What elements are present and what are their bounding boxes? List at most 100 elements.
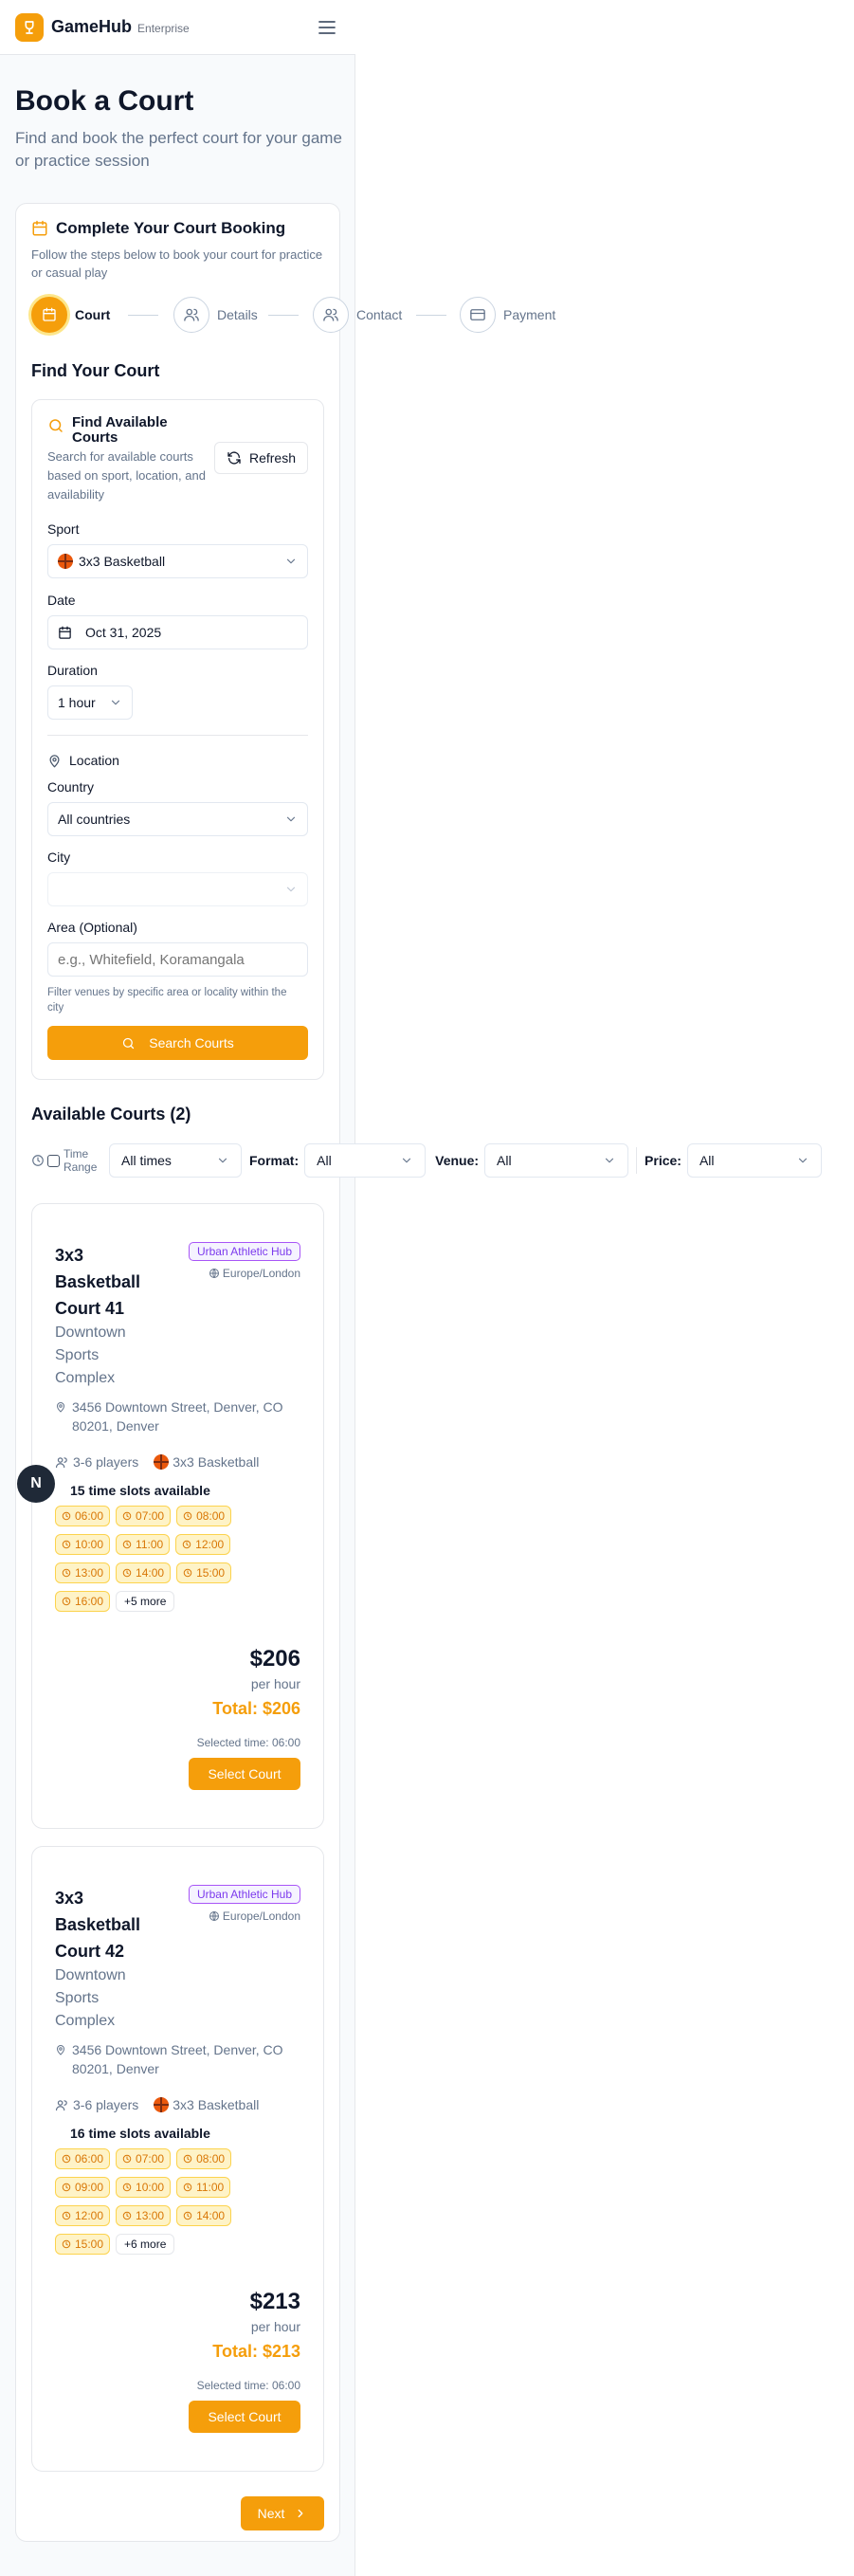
location-label: Location [69,753,119,768]
court-card[interactable]: 3x3 Basketball Court 42 Downtown Sports … [31,1846,324,2472]
users-icon [55,1455,69,1470]
venue-value: All [497,1153,512,1168]
city-select[interactable] [47,872,308,906]
credit-card-icon [460,297,496,333]
court-price: $213 [249,2289,300,2314]
time-slot-label: 09:00 [75,2181,104,2194]
time-slot[interactable]: 14:00 [176,2205,232,2226]
country-value: All countries [58,812,131,827]
sport-value: 3x3 Basketball [79,554,166,569]
time-slot[interactable]: 07:00 [116,2148,172,2169]
step-connector [128,315,158,316]
find-court-title: Find Your Court [31,361,160,380]
duration-value: 1 hour [58,695,96,710]
venue-select[interactable]: All [484,1143,629,1178]
time-slot[interactable]: 12:00 [55,2205,111,2226]
step-payment[interactable]: Payment [460,297,555,333]
date-value: Oct 31, 2025 [85,625,162,640]
court-address: 3456 Downtown Street, Denver, CO 80201, … [55,1398,301,1435]
step-label: Contact [356,307,403,322]
time-slot[interactable]: 06:00 [55,1506,111,1526]
time-slot[interactable]: 14:00 [116,1562,172,1583]
next-button[interactable]: Next [241,2496,324,2530]
chevron-down-icon [284,813,298,826]
search-icon [47,417,64,434]
format-select[interactable]: All [304,1143,427,1178]
users-icon [55,2098,69,2112]
court-price: $206 [249,1646,300,1672]
booking-card-title: Complete Your Court Booking [56,219,286,237]
clock-icon [62,1568,71,1578]
search-courts-button[interactable]: Search Courts [47,1026,308,1060]
search-card-header: Find Available Courts [47,415,186,446]
refresh-icon [227,450,242,466]
time-slot[interactable]: 15:00 [176,1562,232,1583]
timezone: Europe/London [209,1267,300,1280]
time-slot[interactable]: 13:00 [116,2205,172,2226]
more-slots-button[interactable]: +5 more [116,1591,175,1612]
basketball-icon [154,1454,170,1470]
trophy-icon[interactable] [15,12,44,42]
format-label: Format: [249,1153,300,1168]
country-label: Country [47,779,95,795]
menu-icon[interactable] [314,14,340,41]
time-slot[interactable]: 15:00 [55,2234,111,2255]
sport-select[interactable]: 3x3 Basketball [47,544,308,578]
time-slot[interactable]: 08:00 [176,1506,232,1526]
brand-name[interactable]: GameHub [51,17,132,37]
time-slot[interactable]: 09:00 [55,2177,111,2198]
users-icon [313,297,349,333]
more-slots-button[interactable]: +6 more [116,2234,175,2255]
area-input[interactable] [47,942,308,977]
sport-text: 3x3 Basketball [173,1454,260,1470]
calendar-icon [58,626,72,640]
address-text: 3456 Downtown Street, Denver, CO 80201, … [72,2042,283,2076]
refresh-button[interactable]: Refresh [213,442,308,474]
price-unit: per hour [250,2319,300,2334]
refresh-label: Refresh [248,450,296,466]
select-court-button[interactable]: Select Court [189,1758,300,1790]
court-address: 3456 Downtown Street, Denver, CO 80201, … [55,2040,301,2078]
select-court-button[interactable]: Select Court [189,2401,300,2433]
clock-icon [62,2211,71,2220]
court-name: 3x3 Basketball Court 42 [55,1889,141,1961]
floating-dev-badge[interactable]: N [17,1465,55,1503]
search-card-description: Search for available courts based on spo… [47,449,206,502]
price-label: Price: [645,1153,681,1168]
clock-icon [31,1154,45,1167]
duration-select[interactable]: 1 hour [47,685,133,720]
search-icon [121,1036,136,1050]
time-slot[interactable]: 11:00 [116,1534,171,1555]
time-slot[interactable]: 10:00 [116,2177,172,2198]
time-slot[interactable]: 06:00 [55,2148,111,2169]
slots-title: 15 time slots available [70,1483,210,1498]
clock-icon [183,2154,192,2164]
country-select[interactable]: All countries [47,802,308,836]
available-courts-title: Available Courts (2) [31,1105,191,1124]
booking-card-description: Follow the steps below to book your cour… [31,247,323,280]
step-connector [416,315,446,316]
time-slot[interactable]: 10:00 [55,1534,111,1555]
clock-icon [62,2183,71,2192]
step-contact[interactable]: Contact [313,297,402,333]
map-pin-icon [55,2043,66,2078]
venue-badge: Urban Athletic Hub [188,1885,300,1904]
time-slot[interactable]: 11:00 [176,2177,231,2198]
date-picker[interactable]: Oct 31, 2025 [47,615,308,649]
step-label: Court [75,307,111,322]
chevron-down-icon [603,1154,616,1167]
price-select[interactable]: All [686,1143,822,1178]
step-court[interactable]: Court [31,297,110,333]
time-slot[interactable]: 13:00 [55,1562,111,1583]
court-card[interactable]: 3x3 Basketball Court 41 Downtown Sports … [31,1203,324,1829]
time-range-checkbox[interactable] [47,1154,60,1167]
step-details[interactable]: Details [173,297,258,333]
app-shell: GameHub Enterprise Book a Court Find and… [0,0,822,2576]
time-slot[interactable]: 16:00 [55,1591,111,1612]
time-slot[interactable]: 12:00 [175,1534,231,1555]
time-slot[interactable]: 08:00 [176,2148,232,2169]
time-select[interactable]: All times [109,1143,242,1178]
map-pin-icon [55,1400,66,1435]
time-slot-label: 10:00 [136,2181,165,2194]
time-slot[interactable]: 07:00 [116,1506,172,1526]
